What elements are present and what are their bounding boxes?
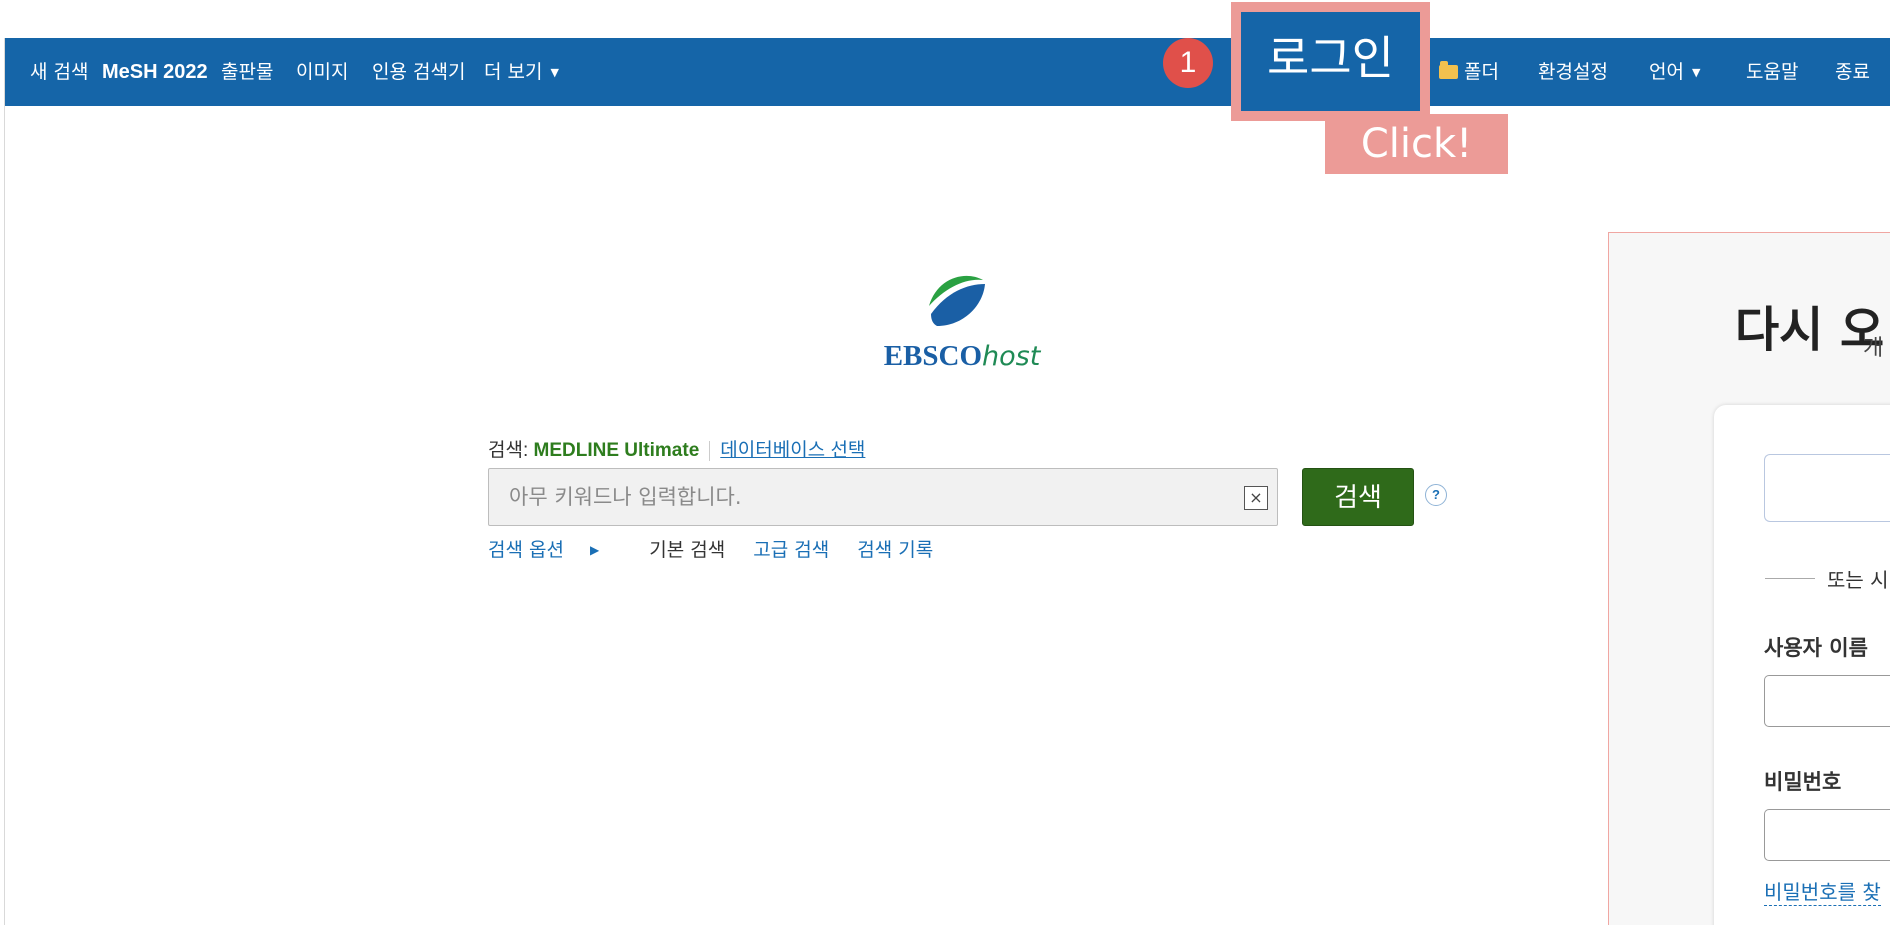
forgot-password-link[interactable]: 비밀번호를 찾 <box>1764 876 1881 906</box>
search-button[interactable]: 검색 <box>1302 468 1414 526</box>
triangle-right-icon: ▶ <box>589 543 600 557</box>
page-left-edge <box>0 38 5 925</box>
logo-host: host <box>982 341 1041 372</box>
or-divider-text: 또는 시 <box>1827 568 1889 592</box>
advanced-search-link[interactable]: 고급 검색 <box>753 539 829 561</box>
top-navigation-bar: 새 검색 MeSH 2022 출판물 이미지 인용 검색기 더 보기 ▼ 폴더 환… <box>5 38 1890 106</box>
search-mode-links: 검색 옵션 ▶ 기본 검색 고급 검색 검색 기록 <box>488 535 955 562</box>
nav-preferences[interactable]: 환경설정 <box>1538 38 1608 106</box>
step-number-badge: 1 <box>1163 38 1213 88</box>
caret-down-icon: ▼ <box>550 66 559 79</box>
folder-icon <box>1439 61 1458 79</box>
nav-more-label: 더 보기 <box>484 61 543 83</box>
nav-mesh[interactable]: MeSH 2022 <box>102 38 208 106</box>
nav-new-search[interactable]: 새 검색 <box>30 38 88 106</box>
or-divider-line <box>1765 578 1815 579</box>
nav-language-label: 언어 <box>1649 61 1684 83</box>
click-annotation-label: Click! <box>1325 114 1508 174</box>
clear-icon[interactable]: × <box>1244 486 1268 510</box>
search-database-line: 검색: MEDLINE Ultimate 데이터베이스 선택 <box>488 435 865 462</box>
nav-folder-label: 폴더 <box>1464 61 1499 83</box>
logo-ebsco: EBSCO <box>883 340 983 372</box>
password-label: 비밀번호 <box>1764 770 1842 794</box>
help-icon[interactable]: ? <box>1425 484 1447 506</box>
password-field[interactable] <box>1764 809 1890 861</box>
username-field[interactable] <box>1764 675 1890 727</box>
search-options-toggle[interactable]: 검색 옵션 ▶ <box>488 539 621 561</box>
username-label: 사용자 이름 <box>1764 636 1868 660</box>
search-input[interactable]: 아무 키워드나 입력합니다. <box>488 468 1278 526</box>
nav-help[interactable]: 도움말 <box>1746 38 1798 106</box>
login-panel-subtitle: 개 <box>1863 336 1884 361</box>
caret-down-icon: ▼ <box>1691 66 1701 79</box>
search-history-link[interactable]: 검색 기록 <box>857 539 933 561</box>
nav-images[interactable]: 이미지 <box>296 38 348 106</box>
divider <box>709 440 711 461</box>
nav-more-menu[interactable]: 더 보기 ▼ <box>484 38 559 106</box>
ebsco-logo-icon <box>929 275 985 326</box>
ebscohost-logo-text: EBSCOhost <box>862 338 1062 373</box>
login-highlight-box: 로그인 <box>1231 2 1430 121</box>
searching-label: 검색: <box>488 440 529 461</box>
nav-language-menu[interactable]: 언어 ▼ <box>1649 38 1700 106</box>
login-panel-title: 다시 오 <box>1735 302 1885 358</box>
nav-exit[interactable]: 종료 <box>1835 38 1870 106</box>
nav-folder[interactable]: 폴더 <box>1439 38 1499 106</box>
nav-citation-finder[interactable]: 인용 검색기 <box>372 38 465 106</box>
nav-login-button[interactable]: 로그인 <box>1241 12 1420 111</box>
basic-search-link[interactable]: 기본 검색 <box>649 539 725 561</box>
search-options-label: 검색 옵션 <box>488 539 564 561</box>
database-name: MEDLINE Ultimate <box>533 440 700 461</box>
choose-databases-link[interactable]: 데이터베이스 선택 <box>720 440 865 461</box>
institution-login-field[interactable] <box>1764 454 1890 522</box>
nav-publications[interactable]: 출판물 <box>221 38 273 106</box>
